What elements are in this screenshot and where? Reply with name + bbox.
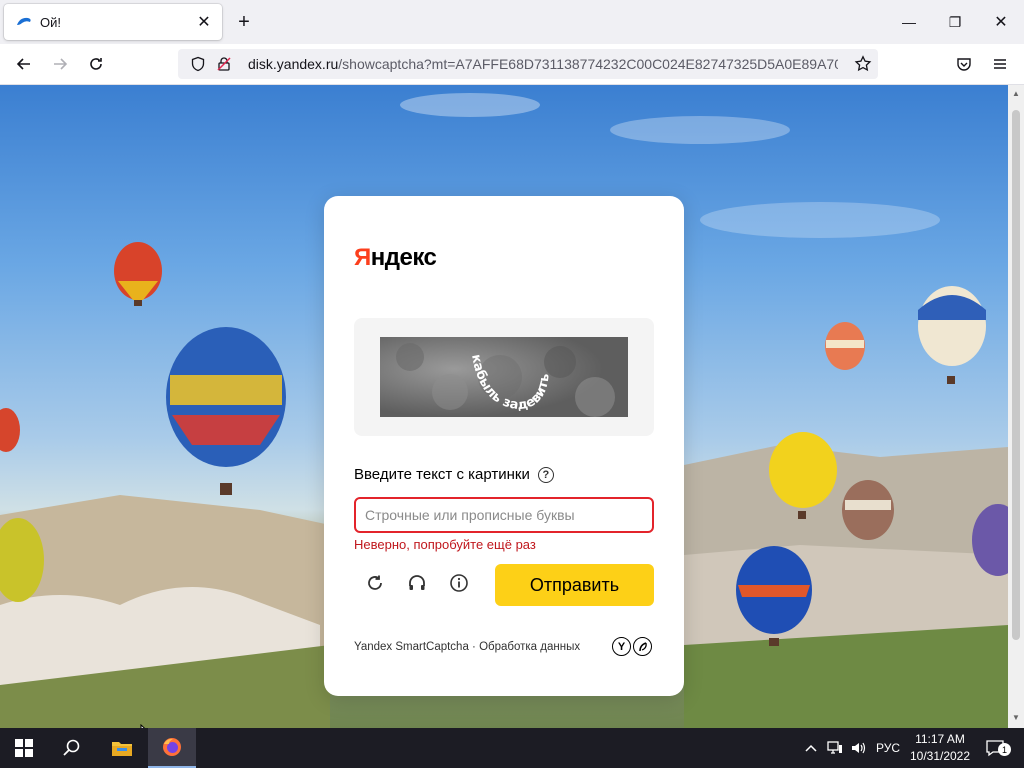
reload-icon[interactable] bbox=[82, 50, 110, 78]
clock-time: 11:17 AM bbox=[915, 732, 965, 746]
tab-title: Ой! bbox=[40, 14, 61, 30]
scroll-up-icon[interactable]: ▲ bbox=[1012, 89, 1020, 98]
notification-count-badge: 1 bbox=[998, 743, 1011, 756]
yandex-logo: Яндекс bbox=[354, 244, 437, 271]
clock[interactable]: 11:17 AM 10/31/2022 bbox=[908, 731, 972, 765]
back-icon[interactable] bbox=[10, 50, 38, 78]
refresh-icon[interactable] bbox=[362, 570, 388, 596]
bookmark-star-icon[interactable] bbox=[849, 50, 877, 78]
captcha-input[interactable] bbox=[354, 497, 654, 533]
taskbar: РУС 11:17 AM 10/31/2022 1 bbox=[0, 728, 1024, 768]
clock-date: 10/31/2022 bbox=[909, 749, 971, 763]
forward-icon[interactable] bbox=[46, 50, 74, 78]
scrollbar-thumb[interactable] bbox=[1012, 110, 1020, 640]
file-explorer-icon[interactable] bbox=[98, 728, 146, 768]
url-text[interactable]: disk.yandex.ru/showcaptcha?mt=A7AFFE68D7… bbox=[248, 56, 838, 72]
address-bar[interactable]: disk.yandex.ru/showcaptcha?mt=A7AFFE68D7… bbox=[178, 49, 878, 79]
captcha-image: кабыль задевить bbox=[380, 337, 628, 417]
yandex-disk-favicon-icon bbox=[17, 17, 31, 25]
headphones-icon[interactable] bbox=[404, 570, 430, 596]
navigation-bar: disk.yandex.ru/showcaptcha?mt=A7AFFE68D7… bbox=[0, 44, 1024, 85]
insecure-lock-icon[interactable] bbox=[214, 54, 234, 74]
windows-start-icon[interactable] bbox=[0, 728, 48, 768]
minimize-icon[interactable]: — bbox=[886, 0, 932, 44]
page-background: Яндекс кабыль задевить Введите текст с к… bbox=[0, 85, 1008, 728]
submit-button[interactable]: Отправить bbox=[495, 564, 654, 606]
yandex-y-icon: Y bbox=[612, 637, 631, 656]
info-icon[interactable] bbox=[446, 570, 472, 596]
smartcaptcha-badge: Y bbox=[612, 637, 652, 656]
tab-bar: Ой! ✕ + — ❐ ✕ bbox=[0, 0, 1024, 44]
show-hidden-icons-icon[interactable] bbox=[800, 728, 822, 768]
captcha-prompt: Введите текст с картинки ? bbox=[354, 466, 554, 483]
captcha-image-container: кабыль задевить bbox=[354, 318, 654, 436]
notifications-icon[interactable]: 1 bbox=[980, 728, 1011, 768]
error-message: Неверно, попробуйте ещё раз bbox=[354, 537, 536, 552]
help-icon[interactable]: ? bbox=[537, 466, 554, 483]
menu-icon[interactable] bbox=[986, 50, 1014, 78]
restore-icon[interactable]: ❐ bbox=[932, 0, 978, 44]
close-tab-icon[interactable]: ✕ bbox=[194, 12, 214, 32]
new-tab-icon[interactable]: + bbox=[232, 10, 256, 34]
scroll-down-icon[interactable]: ▼ bbox=[1012, 713, 1020, 722]
pocket-icon[interactable] bbox=[950, 50, 978, 78]
network-icon[interactable] bbox=[824, 728, 846, 768]
captcha-footer[interactable]: Yandex SmartCaptcha · Обработка данных bbox=[354, 641, 580, 653]
smartcaptcha-logo-icon bbox=[633, 637, 652, 656]
search-icon[interactable] bbox=[48, 728, 96, 768]
shield-icon[interactable] bbox=[188, 54, 208, 74]
language-indicator[interactable]: РУС bbox=[876, 741, 900, 755]
volume-icon[interactable] bbox=[848, 728, 870, 768]
captcha-card: Яндекс кабыль задевить Введите текст с к… bbox=[324, 196, 684, 696]
firefox-taskbar-icon[interactable] bbox=[148, 728, 196, 768]
browser-tab[interactable]: Ой! ✕ bbox=[4, 4, 222, 40]
close-window-icon[interactable]: ✕ bbox=[978, 0, 1024, 44]
